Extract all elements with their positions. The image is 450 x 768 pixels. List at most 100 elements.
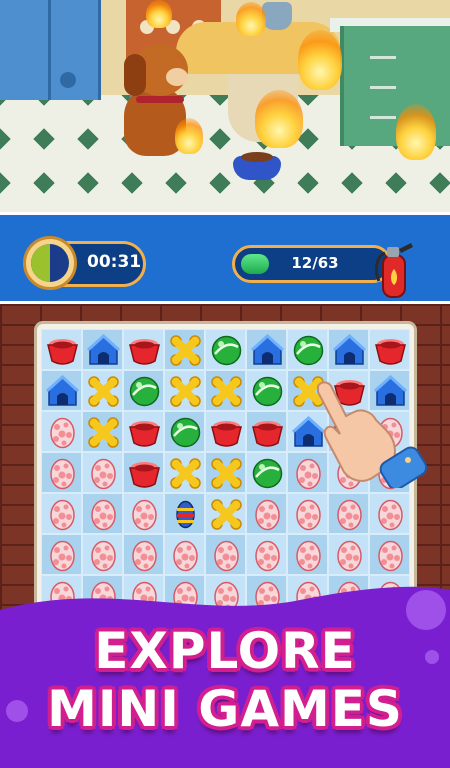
board-cell[interactable]	[41, 452, 82, 493]
green-ball-icon[interactable]	[169, 416, 202, 449]
board-cell[interactable]	[82, 534, 123, 575]
blue-doghouse-icon[interactable]	[251, 334, 284, 367]
pink-spotted-egg-icon[interactable]	[46, 416, 79, 449]
pink-spotted-egg-icon[interactable]	[210, 539, 243, 572]
green-ball-icon[interactable]	[251, 375, 284, 408]
yellow-bone-icon[interactable]	[87, 375, 120, 408]
pink-spotted-egg-icon[interactable]	[333, 539, 366, 572]
red-dog-bowl-icon[interactable]	[128, 457, 161, 490]
board-cell[interactable]	[164, 411, 205, 452]
red-dog-bowl-icon[interactable]	[210, 416, 243, 449]
blue-doghouse-icon[interactable]	[333, 334, 366, 367]
board-cell[interactable]	[287, 534, 328, 575]
drawer-handle	[370, 116, 396, 119]
board-cell[interactable]	[123, 411, 164, 452]
pink-spotted-egg-icon[interactable]	[169, 539, 202, 572]
pink-spotted-egg-icon[interactable]	[87, 457, 120, 490]
green-ball-icon[interactable]	[251, 457, 284, 490]
dog-food	[241, 152, 273, 162]
board-cell[interactable]	[41, 329, 82, 370]
red-dog-bowl-icon[interactable]	[128, 334, 161, 367]
red-dog-bowl-icon[interactable]	[251, 416, 284, 449]
board-cell[interactable]	[41, 534, 82, 575]
board-cell[interactable]	[123, 329, 164, 370]
pink-spotted-egg-icon[interactable]	[251, 498, 284, 531]
timer-clock-icon	[23, 236, 77, 290]
fire-icon	[236, 2, 266, 36]
pink-spotted-egg-icon[interactable]	[374, 539, 407, 572]
board-cell[interactable]	[123, 370, 164, 411]
board-cell[interactable]	[164, 370, 205, 411]
board-cell[interactable]	[82, 370, 123, 411]
pink-spotted-egg-icon[interactable]	[87, 498, 120, 531]
yellow-bone-icon[interactable]	[169, 457, 202, 490]
board-cell[interactable]	[164, 329, 205, 370]
pink-spotted-egg-icon[interactable]	[292, 539, 325, 572]
pink-spotted-egg-icon[interactable]	[128, 539, 161, 572]
board-cell[interactable]	[205, 370, 246, 411]
kitchen-scene	[0, 0, 450, 212]
board-cell[interactable]	[246, 452, 287, 493]
board-cell[interactable]	[164, 493, 205, 534]
yellow-bone-icon[interactable]	[210, 457, 243, 490]
board-cell[interactable]	[369, 493, 410, 534]
board-cell[interactable]	[41, 370, 82, 411]
paw-magnet-icon	[60, 72, 76, 88]
board-cell[interactable]	[246, 534, 287, 575]
board-cell[interactable]	[328, 329, 369, 370]
pink-spotted-egg-icon[interactable]	[374, 498, 407, 531]
board-cell[interactable]	[246, 493, 287, 534]
pink-spotted-egg-icon[interactable]	[128, 498, 161, 531]
board-cell[interactable]	[328, 534, 369, 575]
board-cell[interactable]	[41, 493, 82, 534]
board-cell[interactable]	[287, 329, 328, 370]
board-cell[interactable]	[82, 493, 123, 534]
board-cell[interactable]	[369, 329, 410, 370]
blue-doghouse-icon[interactable]	[87, 334, 120, 367]
red-dog-bowl-icon[interactable]	[46, 334, 79, 367]
yellow-bone-icon[interactable]	[210, 375, 243, 408]
pink-spotted-egg-icon[interactable]	[46, 539, 79, 572]
fridge	[0, 0, 101, 100]
dog-snout	[166, 68, 188, 86]
pink-spotted-egg-icon[interactable]	[46, 457, 79, 490]
board-cell[interactable]	[82, 329, 123, 370]
board-cell[interactable]	[328, 493, 369, 534]
pink-spotted-egg-icon[interactable]	[87, 539, 120, 572]
pink-spotted-egg-icon[interactable]	[292, 498, 325, 531]
board-cell[interactable]	[82, 452, 123, 493]
pink-spotted-egg-icon[interactable]	[251, 539, 284, 572]
board-cell[interactable]	[246, 411, 287, 452]
pink-spotted-egg-icon[interactable]	[333, 498, 366, 531]
yellow-bone-icon[interactable]	[169, 334, 202, 367]
green-ball-icon[interactable]	[128, 375, 161, 408]
board-cell[interactable]	[123, 534, 164, 575]
blue-doghouse-icon[interactable]	[46, 375, 79, 408]
board-cell[interactable]	[164, 534, 205, 575]
board-cell[interactable]	[369, 534, 410, 575]
green-ball-icon[interactable]	[292, 334, 325, 367]
board-cell[interactable]	[205, 452, 246, 493]
pink-spotted-egg-icon[interactable]	[46, 498, 79, 531]
board-cell[interactable]	[123, 452, 164, 493]
red-dog-bowl-icon[interactable]	[128, 416, 161, 449]
board-cell[interactable]	[205, 493, 246, 534]
yellow-bone-icon[interactable]	[210, 498, 243, 531]
drawer-handle	[370, 86, 396, 89]
board-cell[interactable]	[246, 370, 287, 411]
red-dog-bowl-icon[interactable]	[374, 334, 407, 367]
board-cell[interactable]	[205, 411, 246, 452]
board-cell[interactable]	[82, 411, 123, 452]
board-cell[interactable]	[164, 452, 205, 493]
board-cell[interactable]	[205, 534, 246, 575]
board-cell[interactable]	[246, 329, 287, 370]
board-cell[interactable]	[123, 493, 164, 534]
striped-toy-icon[interactable]	[169, 498, 202, 531]
board-cell[interactable]	[205, 329, 246, 370]
yellow-bone-icon[interactable]	[87, 416, 120, 449]
board-cell[interactable]	[41, 411, 82, 452]
green-ball-icon[interactable]	[210, 334, 243, 367]
yellow-bone-icon[interactable]	[169, 375, 202, 408]
board-cell[interactable]	[287, 493, 328, 534]
timer-pie-chart	[31, 244, 69, 282]
